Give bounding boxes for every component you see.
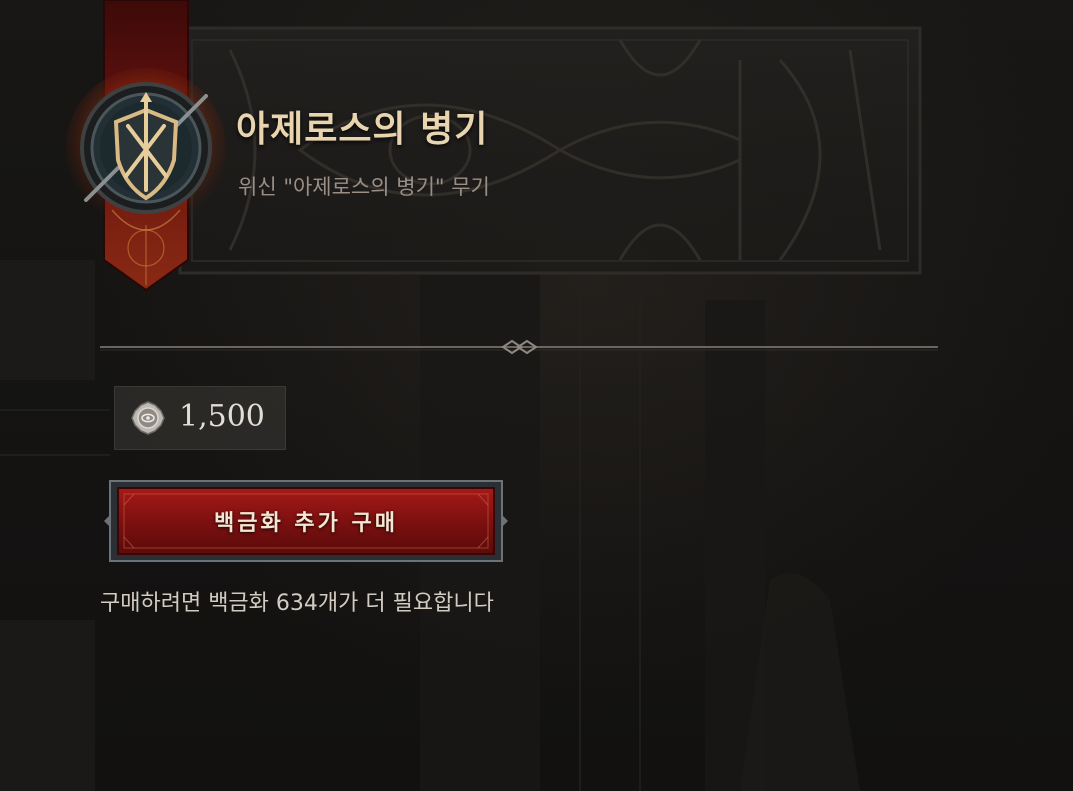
platinum-coin-icon <box>131 401 165 435</box>
buy-platinum-button[interactable]: 백금화 추가 구매 <box>104 475 508 567</box>
item-emblem-banner <box>66 0 226 292</box>
price-display: 1,500 <box>114 386 286 450</box>
buy-button-label: 백금화 추가 구매 <box>214 511 398 536</box>
item-title: 아제로스의 병기 <box>236 108 489 150</box>
price-value: 1,500 <box>179 399 265 434</box>
store-item-panel: 아제로스의 병기 위신 "아제로스의 병기" 무기 1,500 백금화 추가 구… <box>0 0 1073 791</box>
item-subtitle: 위신 "아제로스의 병기" 무기 <box>238 175 490 199</box>
requirement-message: 구매하려면 백금화 634개가 더 필요합니다 <box>100 591 494 616</box>
ornamental-divider <box>100 339 938 355</box>
